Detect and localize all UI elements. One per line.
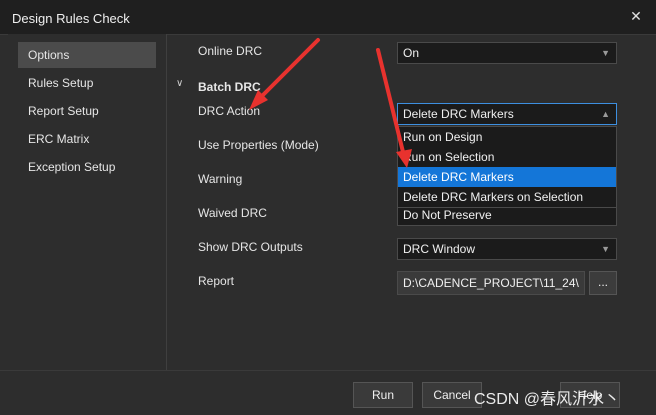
footer-divider [0, 370, 656, 371]
batch-drc-section-label: Batch DRC [198, 80, 261, 94]
report-label: Report [198, 274, 235, 288]
sidebar-item-report-setup[interactable]: Report Setup [18, 98, 156, 124]
sidebar-item-erc-matrix[interactable]: ERC Matrix [18, 126, 156, 152]
waived-drc-label: Waived DRC [198, 206, 267, 220]
chevron-down-icon[interactable]: ∨ [176, 78, 183, 89]
dropdown-option-delete-drc-markers[interactable]: Delete DRC Markers [398, 167, 616, 187]
watermark: CSDN @春风沂水丶 [474, 391, 621, 408]
dropdown-option-run-on-design[interactable]: Run on Design [398, 127, 616, 147]
chevron-down-icon: ▼ [601, 48, 610, 58]
close-icon[interactable]: ✕ [626, 6, 646, 26]
sidebar-item-rules-setup[interactable]: Rules Setup [18, 70, 156, 96]
drc-action-dropdown: Run on Design Run on Selection Delete DR… [397, 126, 617, 208]
show-drc-outputs-select[interactable]: DRC Window ▼ [397, 238, 617, 260]
chevron-down-icon: ▲ [601, 109, 610, 119]
drc-action-label: DRC Action [198, 104, 261, 118]
sidebar-item-options[interactable]: Options [18, 42, 156, 68]
run-button[interactable]: Run [353, 382, 413, 408]
options-panel: Online DRC On ▼ ∨ Batch DRC DRC Action D… [166, 34, 656, 370]
show-drc-outputs-label: Show DRC Outputs [198, 240, 303, 254]
online-drc-value: On [403, 46, 420, 60]
drc-action-value: Delete DRC Markers [403, 107, 514, 121]
window-title: Design Rules Check [12, 11, 130, 26]
warning-label: Warning [198, 172, 243, 186]
dropdown-option-delete-drc-markers-on-selection[interactable]: Delete DRC Markers on Selection [398, 187, 616, 207]
chevron-down-icon: ▼ [601, 244, 610, 254]
sidebar: Options Rules Setup Report Setup ERC Mat… [8, 34, 167, 370]
sidebar-item-exception-setup[interactable]: Exception Setup [18, 154, 156, 180]
waived-drc-value: Do Not Preserve [403, 208, 492, 222]
drc-action-select[interactable]: Delete DRC Markers ▲ [397, 103, 617, 125]
online-drc-select[interactable]: On ▼ [397, 42, 617, 64]
browse-button[interactable]: ... [589, 271, 617, 295]
title-bar: Design Rules Check ✕ [0, 0, 656, 35]
online-drc-label: Online DRC [198, 44, 263, 58]
report-path-field[interactable]: D:\CADENCE_PROJECT\11_24\ [397, 271, 585, 295]
cancel-button[interactable]: Cancel [422, 382, 482, 408]
dropdown-option-run-on-selection[interactable]: Run on Selection [398, 147, 616, 167]
use-properties-label: Use Properties (Mode) [198, 138, 319, 152]
show-drc-outputs-value: DRC Window [403, 242, 476, 256]
